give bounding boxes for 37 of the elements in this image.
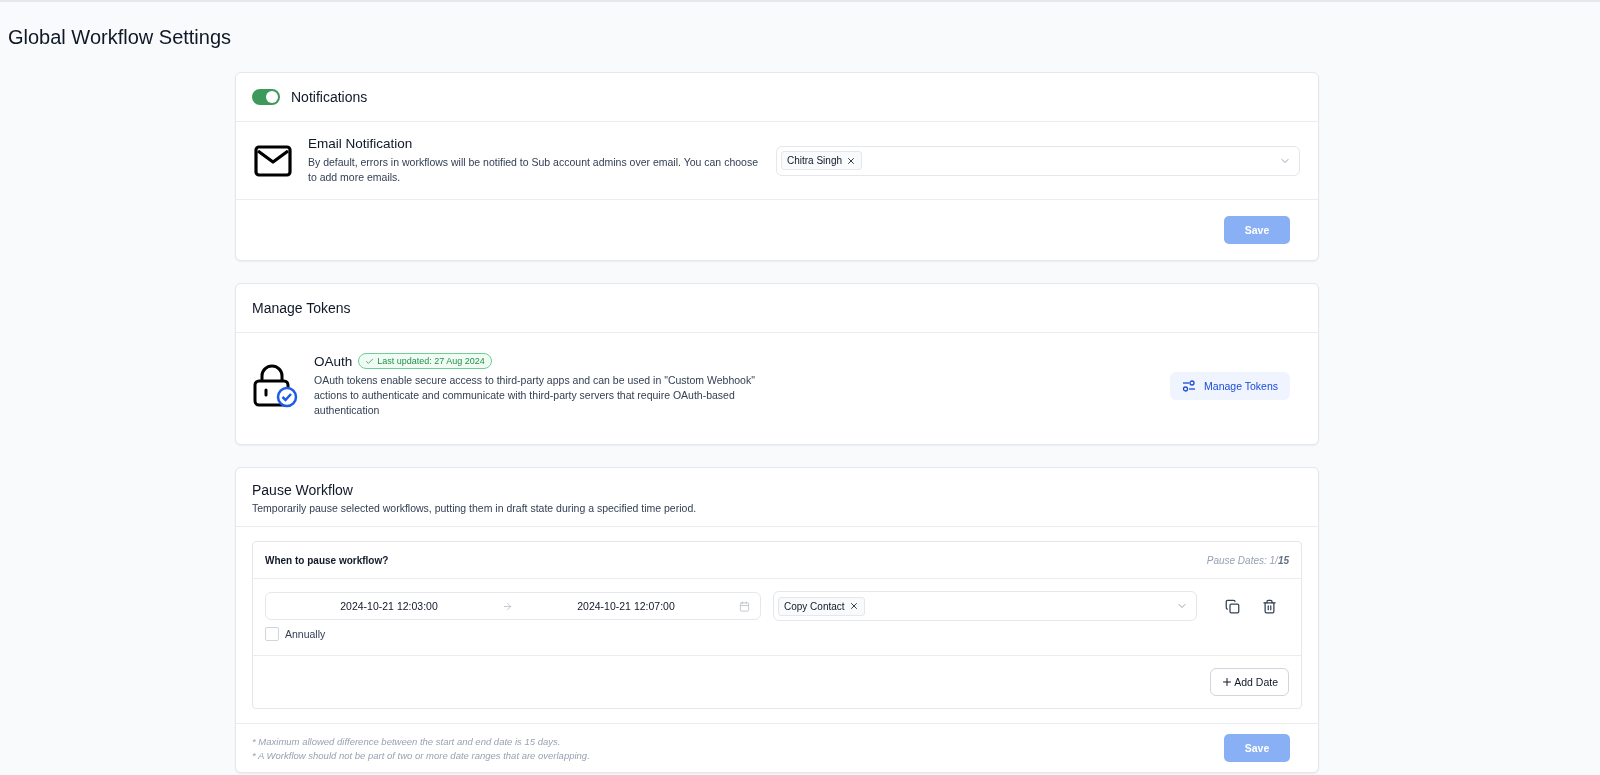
email-tag: Chitra Singh: [781, 151, 863, 170]
remove-icon[interactable]: [848, 601, 859, 611]
plus-icon: [1221, 676, 1234, 688]
card-title: Manage Tokens: [252, 300, 351, 316]
envelope-icon: [254, 144, 292, 177]
oauth-description: OAuth tokens enable secure access to third-party apps and can be used in "Custom Webhook" actions to authenticate and communicate with third-party servers that require OAuth-based authentication: [314, 373, 756, 418]
email-select[interactable]: Chitra Singh: [776, 145, 1300, 176]
email-notification-title: Email Notification: [308, 136, 414, 151]
notifications-label: Notifications: [291, 89, 368, 105]
lock-check-icon: [252, 363, 298, 408]
pause-dates-counter: Pause Dates: 1/15: [1206, 554, 1289, 566]
footnote: * Maximum allowed difference between the start and end date is 15 days.: [252, 735, 562, 747]
panel-title: When to pause workflow?: [265, 554, 389, 566]
sliders-icon: [1182, 379, 1197, 392]
date-range-field[interactable]: 2024-10-21 12:03:00 2024-10-21 12:07:00: [265, 592, 761, 620]
manage-tokens-button[interactable]: Manage Tokens: [1170, 371, 1290, 400]
arrow-right-icon: [502, 600, 513, 612]
email-notification-description: By default, errors in workflows will be notified to Sub account admins over email. You can choose to add more emails.: [308, 155, 759, 185]
end-date: 2024-10-21 12:07:00: [576, 600, 676, 612]
card-title: Pause Workflow: [252, 482, 354, 498]
notifications-toggle[interactable]: [252, 89, 280, 105]
calendar-icon: [739, 600, 750, 612]
workflow-tag: Copy Contact: [778, 596, 865, 616]
workflow-select[interactable]: Copy Contact: [773, 591, 1197, 621]
last-updated-badge: Last updated: 27 Aug 2024: [358, 353, 492, 369]
footnote: * A Workflow should not be part of two or more date ranges that are overlapping.: [252, 749, 591, 761]
check-icon: [365, 356, 375, 366]
copy-button[interactable]: [1225, 598, 1240, 614]
page-title: Global Workflow Settings: [7, 25, 233, 50]
annually-checkbox[interactable]: [265, 627, 279, 641]
add-date-button[interactable]: Add Date: [1210, 668, 1289, 696]
start-date: 2024-10-21 12:03:00: [339, 600, 439, 612]
card-subtitle: Temporarily pause selected workflows, putting them in draft state during a specified time period.: [252, 502, 698, 514]
remove-icon[interactable]: [846, 155, 857, 166]
annually-label: Annually: [285, 628, 326, 640]
delete-button[interactable]: [1262, 598, 1277, 614]
oauth-title: OAuth: [314, 353, 353, 369]
